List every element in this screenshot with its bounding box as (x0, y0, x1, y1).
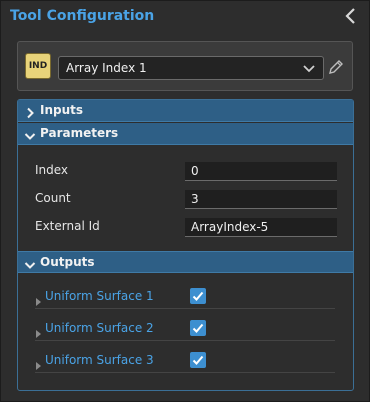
output-label[interactable]: Uniform Surface 3 (45, 353, 154, 367)
expand-triangle-icon[interactable] (35, 292, 43, 306)
parameters-section-label: Parameters (40, 126, 119, 140)
panel-title: Tool Configuration (10, 8, 155, 24)
output-checkbox[interactable] (190, 320, 206, 336)
output-row: Uniform Surface 2 (35, 317, 335, 341)
outputs-section-label: Outputs (40, 255, 95, 269)
chevron-down-icon (302, 60, 316, 74)
expand-triangle-icon[interactable] (35, 356, 43, 370)
expand-triangle-icon[interactable] (35, 324, 43, 338)
tool-sections: Inputs Parameters Index 0 Count 3 Extern… (17, 99, 354, 391)
external-id-field[interactable]: ArrayIndex-5 (185, 218, 337, 237)
inputs-section-header[interactable]: Inputs (18, 100, 353, 122)
index-label: Index (35, 163, 69, 177)
chevron-left-icon[interactable] (343, 6, 359, 26)
outputs-section-header[interactable]: Outputs (18, 251, 353, 273)
selected-tool-label: Array Index 1 (66, 61, 147, 75)
inputs-section-label: Inputs (40, 103, 84, 117)
chevron-down-icon (24, 257, 36, 269)
output-checkbox[interactable] (190, 352, 206, 368)
tool-configuration-panel: Tool Configuration IND Array Index 1 Inp… (0, 0, 370, 402)
tool-selector-card: IND Array Index 1 (17, 41, 353, 91)
chevron-down-icon (24, 128, 36, 140)
count-field[interactable]: 3 (185, 190, 337, 209)
tool-instance-select[interactable]: Array Index 1 (58, 56, 324, 80)
output-label[interactable]: Uniform Surface 2 (45, 321, 154, 335)
count-label: Count (35, 191, 71, 205)
index-field[interactable]: 0 (185, 162, 337, 181)
output-row: Uniform Surface 3 (35, 349, 335, 373)
tool-type-badge: IND (25, 53, 51, 79)
external-id-label: External Id (35, 219, 100, 233)
output-row: Uniform Surface 1 (35, 285, 335, 309)
output-checkbox[interactable] (190, 288, 206, 304)
chevron-right-icon (24, 105, 36, 119)
parameters-section-header[interactable]: Parameters (18, 123, 353, 145)
output-label[interactable]: Uniform Surface 1 (45, 289, 154, 303)
pencil-icon[interactable] (326, 57, 346, 77)
